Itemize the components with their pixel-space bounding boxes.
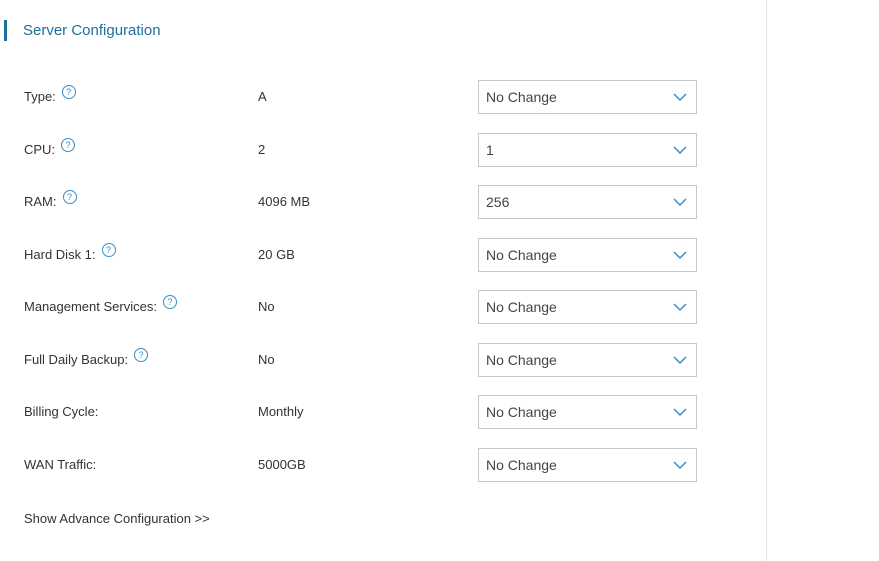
server-configuration-panel: Server Configuration Type:? A No Change … [0, 0, 767, 561]
help-icon[interactable]: ? [101, 243, 116, 257]
row-label: Billing Cycle: [24, 404, 98, 419]
row-label-text: Full Daily Backup: [24, 352, 129, 367]
config-row-full-daily-backup: Full Daily Backup:? No No Change [0, 343, 767, 377]
row-label: Full Daily Backup:? [24, 348, 149, 368]
row-label: Management Services:? [24, 295, 177, 315]
row-label-text: Hard Disk 1: [24, 247, 96, 262]
row-label-text: Type: [24, 89, 56, 104]
ram-select[interactable]: 256 [478, 185, 697, 219]
chevron-down-icon [673, 251, 687, 260]
help-icon[interactable]: ? [61, 138, 76, 152]
help-icon[interactable]: ? [62, 190, 77, 204]
select-value: No Change [486, 404, 557, 420]
row-label-text: WAN Traffic: [24, 457, 97, 472]
current-value: No [258, 352, 275, 367]
management-services-select[interactable]: No Change [478, 290, 697, 324]
row-label-text: RAM: [24, 194, 57, 209]
chevron-down-icon [673, 198, 687, 207]
help-icon[interactable]: ? [61, 85, 76, 99]
row-label: CPU:? [24, 138, 76, 158]
row-label-text: Management Services: [24, 299, 157, 314]
config-row-ram: RAM:? 4096 MB 256 [0, 185, 767, 219]
cpu-select[interactable]: 1 [478, 133, 697, 167]
full-daily-backup-select[interactable]: No Change [478, 343, 697, 377]
config-row-hard-disk-1: Hard Disk 1:? 20 GB No Change [0, 238, 767, 272]
hard-disk-1-select[interactable]: No Change [478, 238, 697, 272]
billing-cycle-select[interactable]: No Change [478, 395, 697, 429]
row-label: Hard Disk 1:? [24, 243, 116, 263]
current-value: No [258, 299, 275, 314]
chevron-down-icon [673, 303, 687, 312]
wan-traffic-select[interactable]: No Change [478, 448, 697, 482]
row-label: WAN Traffic: [24, 457, 96, 472]
current-value: 20 GB [258, 247, 295, 262]
chevron-down-icon [673, 93, 687, 102]
config-row-type: Type:? A No Change [0, 80, 767, 114]
chevron-down-icon [673, 461, 687, 470]
current-value: 2 [258, 142, 266, 157]
current-value: 4096 MB [258, 194, 311, 209]
config-row-cpu: CPU:? 2 1 [0, 133, 767, 167]
row-label-text: Billing Cycle: [24, 404, 99, 419]
select-value: No Change [486, 247, 557, 263]
chevron-down-icon [673, 356, 687, 365]
config-row-wan-traffic: WAN Traffic: 5000GB No Change [0, 448, 767, 482]
select-value: No Change [486, 352, 557, 368]
row-label-text: CPU: [24, 142, 56, 157]
chevron-down-icon [673, 408, 687, 417]
row-label: RAM:? [24, 190, 77, 210]
current-value: A [258, 89, 267, 104]
current-value: 5000GB [258, 457, 306, 472]
help-icon[interactable]: ? [162, 295, 177, 309]
select-value: No Change [486, 89, 557, 105]
select-value: 256 [486, 194, 510, 210]
help-icon[interactable]: ? [134, 348, 149, 362]
select-value: No Change [486, 299, 557, 315]
show-advance-configuration-link[interactable]: Show Advance Configuration >> [24, 511, 210, 526]
select-value: 1 [486, 142, 494, 158]
section-title: Server Configuration [4, 20, 161, 41]
type-select[interactable]: No Change [478, 80, 697, 114]
row-label: Type:? [24, 85, 76, 105]
config-row-billing-cycle: Billing Cycle: Monthly No Change [0, 395, 767, 429]
config-row-management-services: Management Services:? No No Change [0, 290, 767, 324]
select-value: No Change [486, 457, 557, 473]
current-value: Monthly [258, 404, 304, 419]
chevron-down-icon [673, 146, 687, 155]
